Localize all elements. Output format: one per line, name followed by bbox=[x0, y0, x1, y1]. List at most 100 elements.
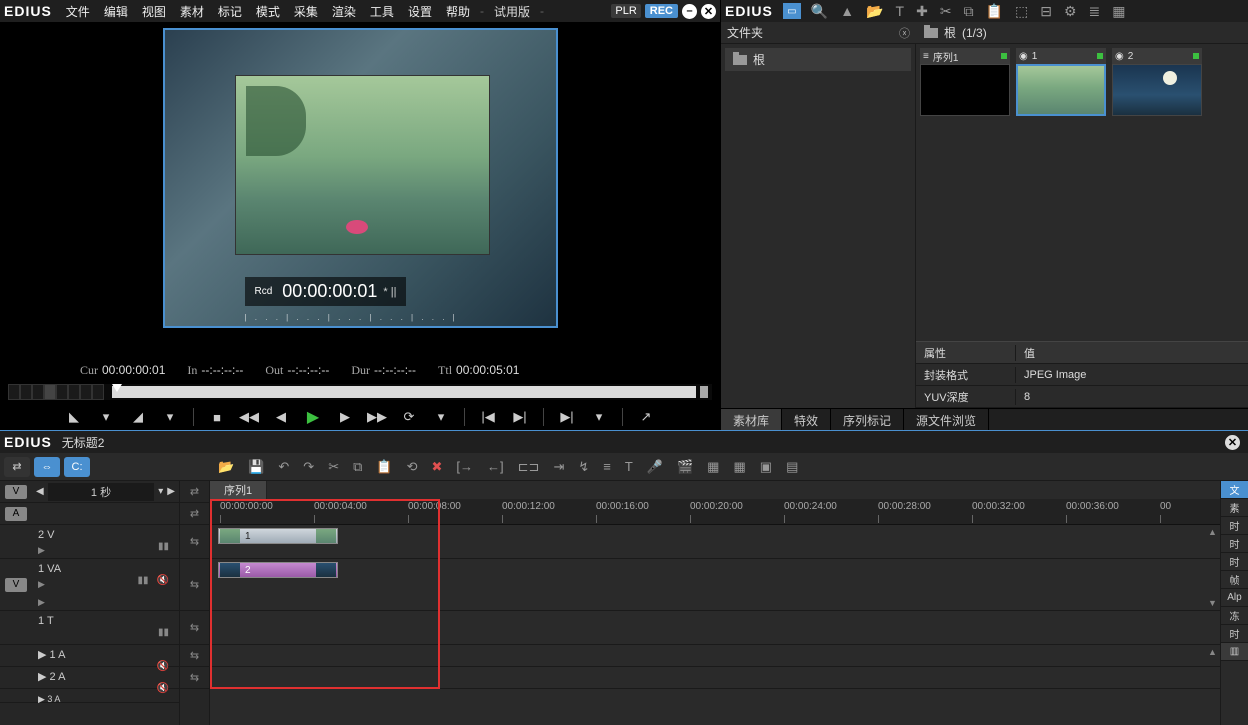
open-folder-icon[interactable]: 📂 bbox=[866, 3, 883, 20]
track-3a-label[interactable]: ▶ 3 A bbox=[38, 694, 60, 704]
play-icon[interactable]: ▶ bbox=[302, 408, 324, 426]
title-icon[interactable]: T bbox=[625, 459, 633, 475]
timeline-track-area[interactable]: 序列1 00:00:00:00 00:00:04:00 00:00:08:00 … bbox=[210, 481, 1220, 725]
scroll-down-icon[interactable]: ▼ bbox=[1208, 598, 1218, 608]
register-icon[interactable]: ⬚ bbox=[1015, 3, 1028, 20]
track-lane-1a[interactable]: ▲ bbox=[210, 645, 1220, 667]
zoom-value[interactable]: 1 秒 bbox=[48, 483, 155, 501]
render-icon[interactable]: 🎬 bbox=[677, 459, 693, 475]
timeline-clip-1[interactable]: 1 bbox=[218, 528, 338, 544]
tab-sourcebrowser[interactable]: 源文件浏览 bbox=[904, 409, 989, 430]
tab-cliplib[interactable]: 素材库 bbox=[721, 409, 782, 430]
bin-breadcrumb[interactable]: 根 (1/3) bbox=[916, 24, 995, 41]
mode-overwrite-icon[interactable]: C: bbox=[64, 457, 90, 477]
loop-icon[interactable]: ⟳ bbox=[398, 408, 420, 426]
sync-2v[interactable]: ⇆ bbox=[180, 525, 209, 559]
audio-toggle-icon[interactable]: 🔇 bbox=[157, 575, 169, 586]
strip-tab-6[interactable]: Alp bbox=[1221, 589, 1248, 607]
menu-marker[interactable]: 标记 bbox=[212, 1, 248, 22]
fast-forward-icon[interactable]: ▶▶ bbox=[366, 408, 388, 426]
time-ruler[interactable]: 00:00:00:00 00:00:04:00 00:00:08:00 00:0… bbox=[210, 499, 1220, 525]
ttl-value[interactable]: 00:00:05:01 bbox=[456, 363, 519, 377]
view-list-icon[interactable]: ≣ bbox=[1089, 3, 1101, 20]
timeline-close-icon[interactable]: ✕ bbox=[1225, 435, 1240, 450]
copy-icon[interactable]: ⧉ bbox=[964, 3, 974, 20]
paste-icon[interactable]: 📋 bbox=[986, 3, 1003, 20]
track-lane-2v[interactable]: 1 ▲ bbox=[210, 525, 1220, 559]
zoom-dropdown-icon[interactable]: ▾ bbox=[158, 486, 163, 497]
expand-v-icon[interactable]: ▶ bbox=[38, 579, 45, 590]
toggle-zebra-icon[interactable]: ▤ bbox=[786, 459, 798, 475]
track-1a-label[interactable]: ▶ 1 A bbox=[38, 649, 65, 661]
properties-icon[interactable]: ⚙ bbox=[1064, 3, 1077, 20]
in-out-icon[interactable]: ⇥ bbox=[553, 459, 564, 475]
tab-seqmarkers[interactable]: 序列标记 bbox=[831, 409, 904, 430]
mode-insert-icon[interactable]: ⇔ bbox=[34, 457, 60, 477]
open-icon[interactable]: 📂 bbox=[218, 459, 234, 475]
set-out-dropdown-icon[interactable]: ▾ bbox=[159, 408, 181, 426]
copy-icon[interactable]: ⧉ bbox=[353, 459, 362, 475]
trim-in-icon[interactable]: [→ bbox=[456, 459, 473, 475]
bin-clip-1[interactable]: ◉1 bbox=[1016, 48, 1106, 116]
minimize-icon[interactable]: – bbox=[682, 4, 697, 19]
a-select-toggle[interactable]: A bbox=[5, 507, 27, 521]
insert-dropdown-icon[interactable]: ▾ bbox=[588, 408, 610, 426]
scrub-end-handle[interactable] bbox=[700, 386, 708, 398]
export-icon[interactable]: ↗ bbox=[635, 408, 657, 426]
prev-edit-icon[interactable]: |◀ bbox=[477, 408, 499, 426]
menu-clip[interactable]: 素材 bbox=[174, 1, 210, 22]
add-cut-icon[interactable]: ⊏⊐ bbox=[518, 459, 540, 475]
menu-render[interactable]: 渲染 bbox=[326, 1, 362, 22]
strip-tab-1[interactable]: 素 bbox=[1221, 499, 1248, 517]
next-edit-icon[interactable]: ▶| bbox=[509, 408, 531, 426]
undo-icon[interactable]: ↶ bbox=[278, 459, 289, 475]
tab-effects[interactable]: 特效 bbox=[782, 409, 831, 430]
menu-view[interactable]: 视图 bbox=[136, 1, 172, 22]
folder-panel-close-icon[interactable]: ⓧ bbox=[899, 25, 910, 41]
new-clip-icon[interactable]: ✚ bbox=[916, 3, 928, 20]
sync-1t[interactable]: ⇆ bbox=[180, 611, 209, 645]
strip-tab-7[interactable]: 冻 bbox=[1221, 607, 1248, 625]
paste-icon[interactable]: 📋 bbox=[376, 459, 392, 475]
ripple-delete-icon[interactable]: ✖ bbox=[431, 459, 442, 475]
menu-edit[interactable]: 编辑 bbox=[98, 1, 134, 22]
view-grid-icon[interactable]: ▦ bbox=[1112, 3, 1125, 20]
title-toggle-icon[interactable]: ▮▮ bbox=[158, 627, 169, 638]
prop-row-format[interactable]: 封装格式 JPEG Image bbox=[916, 364, 1248, 386]
track-1va-label[interactable]: 1 VA bbox=[38, 563, 61, 575]
cur-value[interactable]: 00:00:00:01 bbox=[102, 363, 165, 377]
rec-badge[interactable]: REC bbox=[645, 4, 678, 18]
delete-icon[interactable]: ⊟ bbox=[1040, 3, 1052, 20]
mode-normal-icon[interactable]: ⇄ bbox=[4, 457, 30, 477]
dur-value[interactable]: --:--:--:-- bbox=[374, 363, 416, 377]
strip-tab-4[interactable]: 时 bbox=[1221, 553, 1248, 571]
sync-header[interactable]: ⇄ bbox=[180, 481, 209, 503]
menu-mode[interactable]: 模式 bbox=[250, 1, 286, 22]
playhead-icon[interactable] bbox=[112, 384, 122, 392]
track-lane-1va[interactable]: 2 ▼ bbox=[210, 559, 1220, 611]
next-frame-icon[interactable]: ▶ bbox=[334, 408, 356, 426]
in-value[interactable]: --:--:--:-- bbox=[201, 363, 243, 377]
zoom-in-icon[interactable]: ▶ bbox=[167, 486, 175, 497]
sequence-tab[interactable]: 序列1 bbox=[210, 481, 267, 499]
cut-icon[interactable]: ✂ bbox=[940, 3, 952, 20]
track-1t-label[interactable]: 1 T bbox=[38, 615, 54, 627]
strip-toggle-icon[interactable]: ▥ bbox=[1221, 643, 1248, 661]
strip-tab-3[interactable]: 时 bbox=[1221, 535, 1248, 553]
rewind-icon[interactable]: ◀◀ bbox=[238, 408, 260, 426]
strip-tab-8[interactable]: 时 bbox=[1221, 625, 1248, 643]
stop-icon[interactable]: ■ bbox=[206, 408, 228, 426]
close-icon[interactable]: ✕ bbox=[701, 4, 716, 19]
menu-file[interactable]: 文件 bbox=[60, 1, 96, 22]
voice-icon[interactable]: 🎤 bbox=[647, 459, 663, 475]
track-2a-label[interactable]: ▶ 2 A bbox=[38, 671, 65, 683]
prev-frame-icon[interactable]: ◀ bbox=[270, 408, 292, 426]
up-icon[interactable]: ▲ bbox=[840, 3, 854, 20]
tree-item-root[interactable]: 根 bbox=[725, 48, 911, 71]
cut-icon[interactable]: ✂ bbox=[328, 459, 339, 475]
folder-tab-icon[interactable]: ▭ bbox=[783, 3, 801, 19]
strip-tab-0[interactable]: 文 bbox=[1221, 481, 1248, 499]
set-in-icon[interactable]: ◣ bbox=[63, 408, 85, 426]
title-icon[interactable]: T bbox=[896, 3, 905, 20]
search-icon[interactable]: 🔍 bbox=[811, 3, 828, 20]
